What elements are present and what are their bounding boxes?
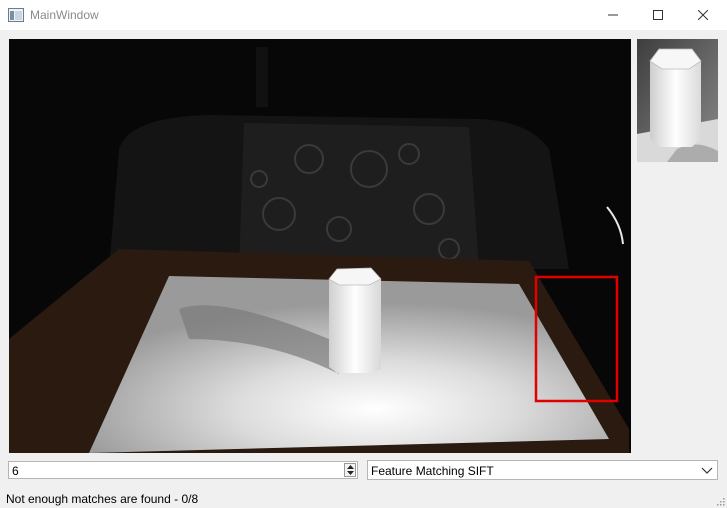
- size-grip-icon[interactable]: [715, 496, 725, 506]
- close-button[interactable]: [680, 0, 726, 30]
- title-bar: MainWindow: [0, 0, 727, 30]
- close-icon: [698, 10, 708, 20]
- value-spinbox[interactable]: 6: [8, 461, 358, 479]
- window-title: MainWindow: [30, 8, 99, 22]
- chevron-down-icon: [701, 467, 713, 474]
- arrow-down-icon: [346, 471, 354, 475]
- scene-image: [9, 39, 631, 453]
- scene-image-view[interactable]: [9, 39, 631, 453]
- method-combobox[interactable]: Feature Matching SIFT: [367, 460, 718, 480]
- spin-down-button[interactable]: [345, 470, 355, 476]
- app-icon: [8, 8, 24, 22]
- maximize-button[interactable]: [635, 0, 681, 30]
- maximize-icon: [653, 10, 663, 20]
- minimize-button[interactable]: [590, 0, 636, 30]
- template-image: [637, 39, 718, 162]
- spin-buttons: [344, 463, 356, 477]
- arrow-up-icon: [346, 465, 354, 469]
- combobox-selected: Feature Matching SIFT: [371, 464, 494, 478]
- spinbox-value[interactable]: 6: [12, 464, 19, 478]
- minimize-icon: [608, 14, 618, 16]
- template-image-view[interactable]: [637, 39, 718, 162]
- status-message: Not enough matches are found - 0/8: [6, 492, 199, 506]
